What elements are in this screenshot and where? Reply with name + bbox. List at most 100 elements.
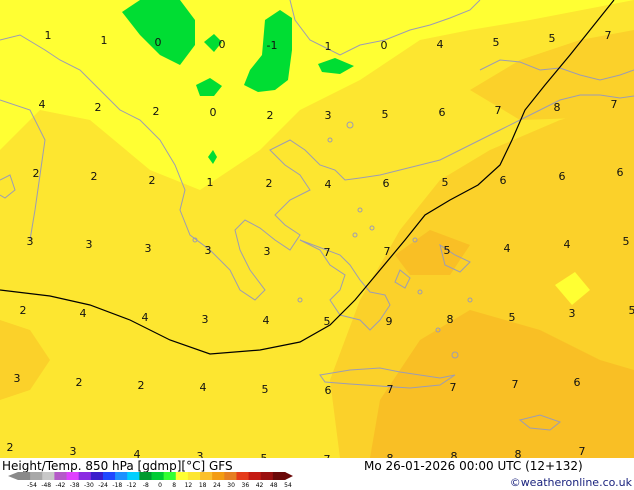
- temperature-label: 7: [384, 245, 391, 258]
- scale-tick-label: -48: [41, 482, 51, 488]
- scale-tick-label: -18: [112, 482, 122, 488]
- temperature-label: 2: [7, 441, 14, 454]
- credit-link[interactable]: ©weatheronline.co.uk: [510, 476, 632, 489]
- scale-swatch: [66, 472, 80, 480]
- temperature-label: 3: [202, 313, 209, 326]
- scale-tick-label: -54: [27, 482, 37, 488]
- scale-tick-label: 0: [158, 482, 162, 488]
- temperature-label: 2: [76, 376, 83, 389]
- temperature-label: 3: [205, 244, 212, 257]
- scale-tick-label: -38: [70, 482, 80, 488]
- temperature-label: 3: [14, 372, 21, 385]
- scale-swatch: [260, 472, 274, 480]
- temperature-label: 7: [605, 29, 612, 42]
- temperature-label: 7: [495, 104, 502, 117]
- temperature-label: 1: [101, 34, 108, 47]
- temperature-label: 0: [155, 36, 162, 49]
- temperature-label: 4: [437, 38, 444, 51]
- temperature-label: 4: [142, 311, 149, 324]
- scale-swatch: [127, 472, 140, 480]
- temperature-label: 6: [500, 174, 507, 187]
- temperature-label: 5: [442, 176, 449, 189]
- scale-swatch: [175, 472, 189, 480]
- scale-tick-label: 36: [242, 482, 250, 488]
- temperature-label: 5: [382, 108, 389, 121]
- temperature-label: 3: [86, 238, 93, 251]
- scale-arrow-right: [285, 472, 293, 480]
- temperature-label: 4: [504, 242, 511, 255]
- temperature-label: 8: [447, 313, 454, 326]
- temperature-label: 6: [439, 106, 446, 119]
- temperature-label: 7: [324, 246, 331, 259]
- temperature-label: 0: [381, 39, 388, 52]
- temperature-label: -1: [267, 39, 278, 52]
- scale-swatch: [163, 472, 177, 480]
- temperature-label: 3: [70, 445, 77, 458]
- scale-tick-label: 12: [185, 482, 193, 488]
- temperature-label: 2: [266, 177, 273, 190]
- temperature-label: 7: [512, 378, 519, 391]
- scale-swatch: [139, 472, 152, 480]
- temperature-label: 3: [264, 245, 271, 258]
- temperature-label: 0: [219, 38, 226, 51]
- scale-swatch: [18, 472, 31, 480]
- temperature-label: 0: [210, 106, 217, 119]
- scale-tick-label: 54: [284, 482, 292, 488]
- scale-swatch: [236, 472, 250, 480]
- temperature-label: 6: [383, 177, 390, 190]
- temperature-label: 4: [80, 307, 87, 320]
- scale-swatch: [30, 472, 43, 480]
- temperature-label: 7: [450, 381, 457, 394]
- scale-swatch: [200, 472, 213, 480]
- temperature-label: 4: [263, 314, 270, 327]
- temperature-map: 1 1 0 0 -1 1 0 4 5 5 7 4 2 2 0 2 3 5 6 7 8 7 2 2 2 1 2 4 6 5 6 6 6 3 3 3 3 3 7…: [0, 0, 634, 458]
- scale-swatch: [272, 472, 286, 480]
- temperature-label: 2: [153, 105, 160, 118]
- temperature-label: 8: [515, 448, 522, 458]
- temperature-label: 5: [262, 383, 269, 396]
- temperature-label: 7: [579, 445, 586, 458]
- forecast-datetime: Mo 26-01-2026 00:00 UTC (12+132): [364, 459, 583, 473]
- temperature-label: 4: [200, 381, 207, 394]
- temperature-label: 3: [325, 109, 332, 122]
- scale-tick-label: -24: [98, 482, 108, 488]
- scale-tick-label: 8: [172, 482, 176, 488]
- scale-swatch: [78, 472, 92, 480]
- temperature-label: 1: [207, 176, 214, 189]
- temperature-label: 4: [39, 98, 46, 111]
- scale-arrow-left: [8, 472, 18, 480]
- temperature-label: 6: [559, 170, 566, 183]
- map-title: Height/Temp. 850 hPa [gdmp][°C] GFS: [2, 459, 233, 473]
- scale-tick-label: -30: [84, 482, 94, 488]
- temperature-label: 6: [325, 384, 332, 397]
- temperature-label: 2: [149, 174, 156, 187]
- scale-swatch: [248, 472, 262, 480]
- temperature-label: 8: [554, 101, 561, 114]
- temperature-label: 2: [20, 304, 27, 317]
- temperature-label: 3: [27, 235, 34, 248]
- temperature-label: 1: [45, 29, 52, 42]
- temperature-label: 1: [325, 40, 332, 53]
- scale-swatch: [54, 472, 68, 480]
- temperature-label: 3: [569, 307, 576, 320]
- scale-tick-label: 24: [213, 482, 221, 488]
- temperature-label: 9: [386, 315, 393, 328]
- scale-swatch: [224, 472, 237, 480]
- scale-swatch: [187, 472, 201, 480]
- temperature-label: 6: [574, 376, 581, 389]
- temperature-label: 2: [95, 101, 102, 114]
- temperature-label: 4: [564, 238, 571, 251]
- temperature-label: 5: [444, 244, 451, 257]
- scale-swatch: [115, 472, 128, 480]
- color-scale: -54 -48 -42 -38 -30 -24 -18 -12 -8 0 8 12 18 24 30 36 42…: [8, 472, 293, 488]
- temperature-label: 2: [91, 170, 98, 183]
- temperature-label: 3: [145, 242, 152, 255]
- temperature-label: 7: [611, 98, 618, 111]
- scale-tick-label: 48: [270, 482, 278, 488]
- temperature-label: 2: [267, 109, 274, 122]
- temperature-label: 5: [509, 311, 516, 324]
- temperature-label: 5: [629, 304, 634, 317]
- scale-swatch: [90, 472, 104, 480]
- footer-bar: Height/Temp. 850 hPa [gdmp][°C] GFS Mo 2…: [0, 458, 634, 490]
- temperature-label: 2: [138, 379, 145, 392]
